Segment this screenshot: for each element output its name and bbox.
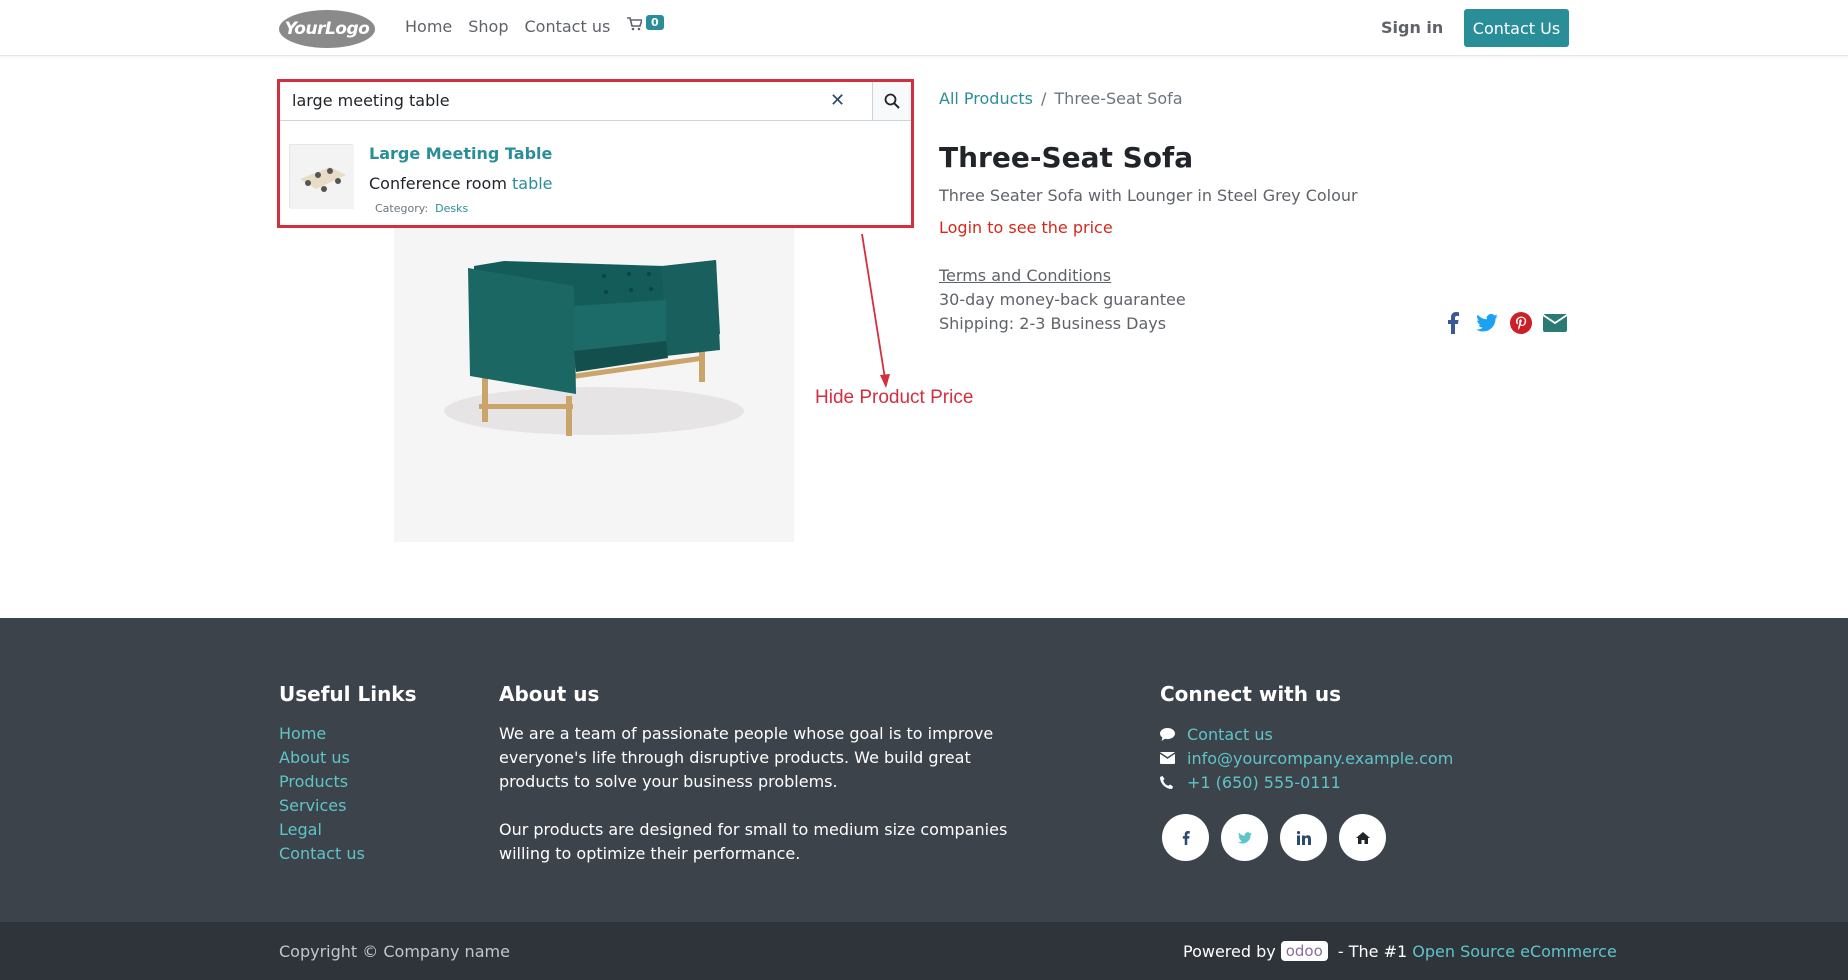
annotation-label: Hide Product Price [815,387,974,408]
home-icon[interactable] [1339,814,1386,861]
connect-list: Contact us info@yourcompany.example.com … [1160,722,1453,794]
site-footer: Useful Links Home About us Products Serv… [0,618,1848,922]
search-autocomplete-panel: large meeting table ✕ Large Meeting Tabl… [277,79,914,228]
useful-links-list: Home About us Products Services Legal Co… [279,722,365,866]
phone-icon [1160,775,1187,789]
search-button[interactable] [872,82,911,121]
open-source-ecommerce-link[interactable]: Open Source eCommerce [1412,942,1617,961]
powered-by: Powered by odoo - The #1 Open Source eCo… [1183,941,1617,961]
connect-email-row[interactable]: info@yourcompany.example.com [1160,746,1453,770]
copyright-bar: Copyright © Company name Powered by odoo… [0,922,1848,980]
about-title: About us [499,682,600,706]
breadcrumb: All Products / Three-Seat Sofa [939,89,1183,108]
cart-icon[interactable] [627,16,644,35]
login-to-see-price-link[interactable]: Login to see the price [939,218,1113,237]
about-paragraph-1: We are a team of passionate people whose… [499,724,994,791]
odoo-logo[interactable]: odoo [1280,941,1328,961]
breadcrumb-separator: / [1041,89,1047,108]
social-links [1162,814,1386,861]
result-title[interactable]: Large Meeting Table [369,144,552,163]
close-icon[interactable]: ✕ [830,90,845,111]
search-input[interactable]: large meeting table [280,82,872,121]
email-icon[interactable] [1543,311,1567,335]
useful-links-title: Useful Links [279,682,417,706]
breadcrumb-all-products[interactable]: All Products [939,89,1033,108]
footer-link-legal[interactable]: Legal [279,818,365,842]
cart-count-badge: 0 [646,15,664,30]
footer-link-about[interactable]: About us [279,746,365,770]
sofa-image [444,260,744,436]
twitter-icon[interactable] [1475,311,1499,335]
sign-in-link[interactable]: Sign in [1381,18,1443,37]
result-description: Conference room table [369,174,553,193]
footer-link-services[interactable]: Services [279,794,365,818]
linkedin-icon[interactable] [1280,814,1327,861]
footer-link-home[interactable]: Home [279,722,365,746]
main-nav: Home Shop Contact us [405,17,626,36]
chat-icon [1160,727,1187,741]
facebook-icon[interactable] [1162,814,1209,861]
connect-phone-row[interactable]: +1 (650) 555-0111 [1160,770,1453,794]
product-title: Three-Seat Sofa [939,141,1194,174]
search-result-item[interactable]: Large Meeting Table Conference room tabl… [289,144,889,224]
result-highlight: table [512,174,553,193]
about-paragraph-2: Our products are designed for small to m… [499,820,1008,863]
nav-shop[interactable]: Shop [468,17,508,36]
shipping-text: Shipping: 2-3 Business Days [939,314,1167,333]
contact-us-button[interactable]: Contact Us [1464,9,1569,47]
site-logo[interactable]: YourLogo [279,10,375,48]
guarantee-text: 30-day money-back guarantee [939,290,1186,309]
nav-contact-us[interactable]: Contact us [525,17,611,36]
footer-link-products[interactable]: Products [279,770,365,794]
product-image [394,226,794,542]
share-buttons [1441,311,1567,335]
result-category-link[interactable]: Desks [435,202,468,215]
connect-title: Connect with us [1160,682,1342,706]
envelope-icon [1160,752,1187,764]
pinterest-icon[interactable] [1509,311,1533,335]
search-icon [884,93,900,109]
terms-link[interactable]: Terms and Conditions [939,266,1111,285]
result-category: Category: Desks [375,202,469,215]
twitter-icon[interactable] [1221,814,1268,861]
facebook-icon[interactable] [1441,311,1465,335]
breadcrumb-current: Three-Seat Sofa [1054,89,1183,108]
copyright-text: Copyright © Company name [279,942,510,961]
result-thumbnail [289,144,354,209]
site-header: YourLogo Home Shop Contact us 0 Sign in … [0,0,1848,56]
nav-home[interactable]: Home [405,17,452,36]
footer-link-contact[interactable]: Contact us [279,842,365,866]
connect-contact-row[interactable]: Contact us [1160,722,1453,746]
product-subtitle: Three Seater Sofa with Lounger in Steel … [939,186,1358,205]
